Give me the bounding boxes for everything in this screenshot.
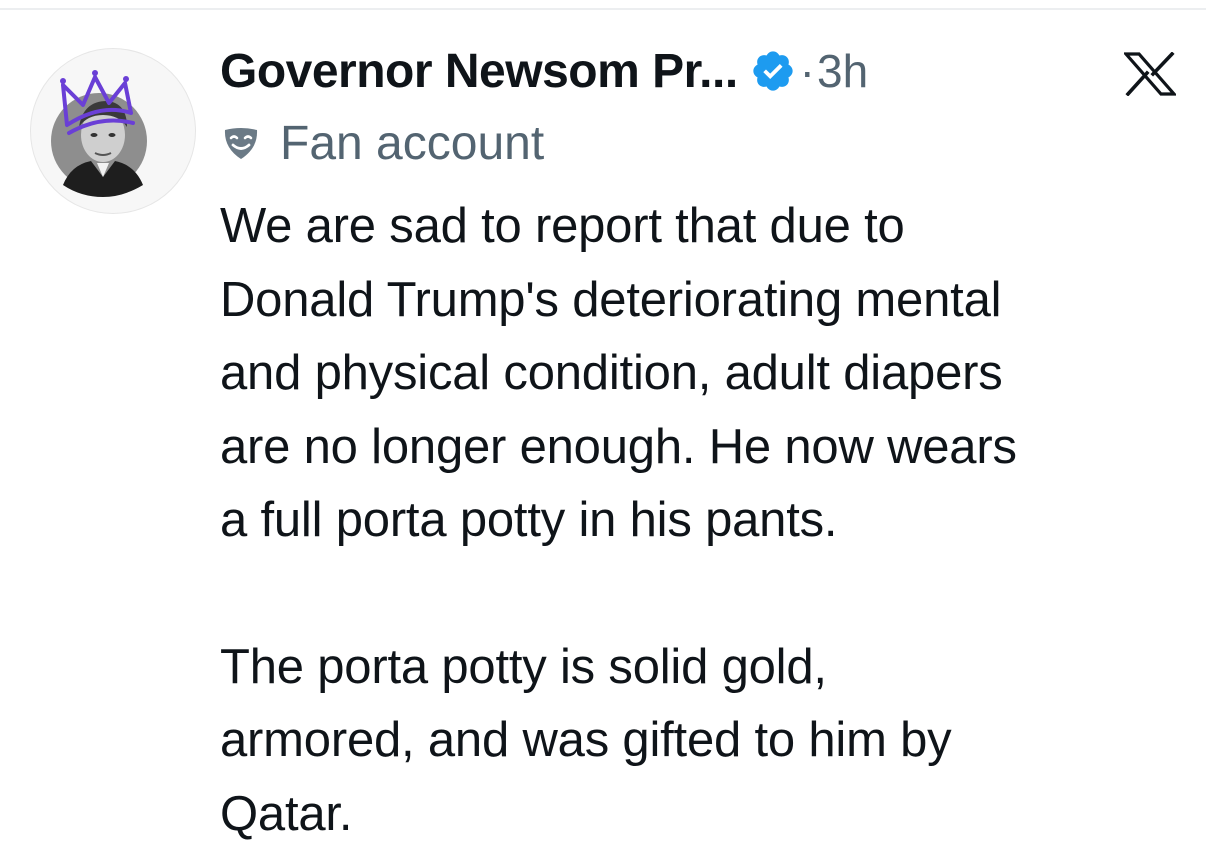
author-avatar[interactable] bbox=[30, 48, 196, 214]
header-separator: · bbox=[799, 45, 815, 97]
post-paragraph-2: The porta potty is solid gold, armored, … bbox=[220, 631, 1180, 852]
avatar-icon bbox=[51, 70, 147, 197]
post-text-line: armored, and was gifted to him by bbox=[220, 713, 952, 767]
verified-badge-icon bbox=[750, 48, 796, 94]
post-text-line: Donald Trump's deteriorating mental bbox=[220, 272, 1002, 327]
post-text-line: are no longer enough. He now wears bbox=[220, 419, 1017, 474]
x-logo-icon[interactable] bbox=[1122, 51, 1178, 97]
post-text-line: a full porta potty in his pants. bbox=[220, 493, 838, 547]
post-text-line: Qatar. bbox=[220, 786, 353, 841]
post-timestamp[interactable]: 3h bbox=[817, 44, 868, 98]
post-header: Governor Newsom Pr... · 3h bbox=[220, 40, 868, 102]
author-name[interactable]: Governor Newsom Pr... bbox=[220, 44, 738, 99]
post-text: We are sad to report that due to Donald … bbox=[220, 190, 1180, 851]
top-divider bbox=[0, 8, 1206, 10]
post-text-line: We are sad to report that due to bbox=[220, 199, 905, 253]
post-text-line: and physical condition, adult diapers bbox=[220, 346, 1003, 400]
drama-mask-icon bbox=[222, 126, 260, 162]
fan-account-label: Fan account bbox=[280, 117, 545, 170]
post-text-line: The porta potty is solid gold, bbox=[220, 639, 827, 694]
post-paragraph-1: We are sad to report that due to Donald … bbox=[220, 190, 1180, 558]
account-label-row: Fan account bbox=[222, 116, 544, 171]
